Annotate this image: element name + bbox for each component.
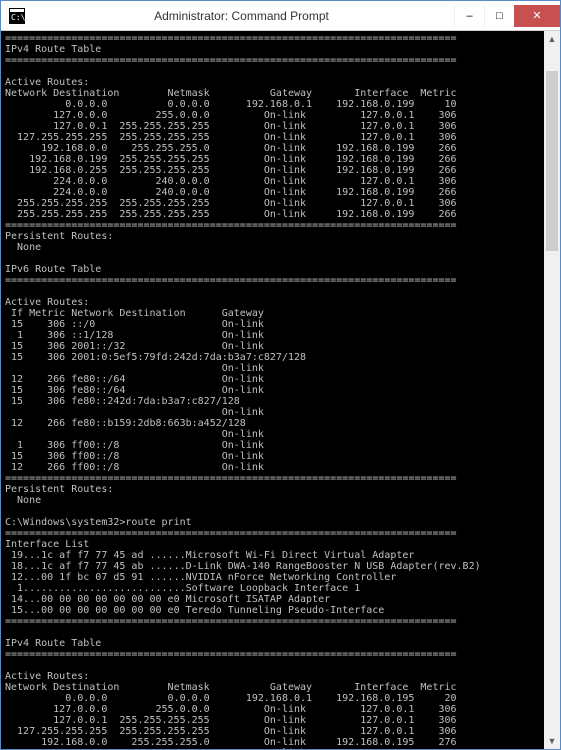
scroll-down-arrow[interactable]: ▼ [544,733,560,749]
window-title: Administrator: Command Prompt [29,9,454,23]
terminal-client-area: ========================================… [1,31,560,749]
titlebar[interactable]: C:\ Administrator: Command Prompt – □ ✕ [1,1,560,31]
scroll-thumb[interactable] [546,71,558,251]
window-frame: C:\ Administrator: Command Prompt – □ ✕ … [0,0,561,750]
maximize-button[interactable]: □ [484,5,514,27]
close-button[interactable]: ✕ [514,5,560,27]
terminal-output[interactable]: ========================================… [1,31,560,749]
scroll-up-arrow[interactable]: ▲ [544,31,560,47]
vertical-scrollbar[interactable]: ▲ ▼ [544,31,560,749]
minimize-button[interactable]: – [454,5,484,27]
svg-text:C:\: C:\ [11,13,25,22]
window-controls: – □ ✕ [454,5,560,27]
cmd-icon: C:\ [5,8,29,24]
